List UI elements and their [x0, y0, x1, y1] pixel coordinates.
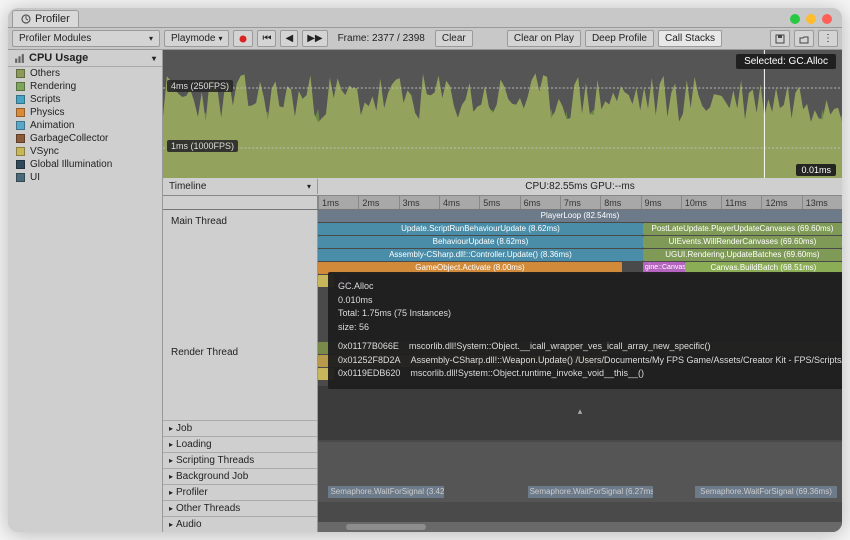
maximize-button[interactable]	[790, 14, 800, 24]
bar-sem3[interactable]: Semaphore.WaitForSignal (69.36ms)	[695, 486, 836, 498]
fold-profiler[interactable]: Profiler	[163, 484, 317, 500]
fold-job[interactable]: Job	[163, 420, 317, 436]
minimize-button[interactable]	[806, 14, 816, 24]
bar-playerloop[interactable]: PlayerLoop (82.54ms)	[318, 210, 842, 222]
fold-background-job[interactable]: Background Job	[163, 468, 317, 484]
cpu-usage-header[interactable]: CPU Usage ▾	[8, 50, 162, 67]
toolbar: Profiler Modules▾ Playmode▾ ⏮ ◀ ▶▶ Frame…	[8, 28, 842, 50]
fold-audio[interactable]: Audio	[163, 516, 317, 532]
record-button[interactable]	[233, 30, 253, 47]
bar-scriptrun[interactable]: Update.ScriptRunBehaviourUpdate (8.62ms)	[318, 223, 643, 235]
category-ui[interactable]: UI	[8, 171, 162, 184]
playmode-dropdown[interactable]: Playmode▾	[164, 30, 229, 47]
fold-loading[interactable]: Loading	[163, 436, 317, 452]
tracks-area[interactable]: Main Thread Render Thread JobLoadingScri…	[163, 210, 842, 532]
collapse-handle[interactable]: ▴	[578, 406, 583, 417]
render-thread-label[interactable]: Render Thread	[163, 341, 317, 364]
category-rendering[interactable]: Rendering	[8, 80, 162, 93]
bar-ugui[interactable]: UGUI.Rendering.UpdateBatches (69.60ms)	[643, 249, 842, 261]
menu-icon[interactable]: ⋮	[818, 30, 838, 47]
timeline-lane[interactable]: PlayerLoop (82.54ms) Update.ScriptRunBeh…	[318, 210, 842, 532]
profiler-window: Profiler Profiler Modules▾ Playmode▾ ⏮ ◀…	[8, 8, 842, 532]
profiler-icon	[21, 14, 31, 24]
bar-controller[interactable]: Assembly-CSharp.dll!::Controller.Update(…	[318, 249, 643, 261]
frame-info: Frame: 2377 / 2398	[332, 30, 431, 47]
cursor-ms: 0.01ms	[796, 164, 836, 176]
profiler-modules-dropdown[interactable]: Profiler Modules▾	[12, 30, 160, 47]
fold-other-threads[interactable]: Other Threads	[163, 500, 317, 516]
clear-on-play-button[interactable]: Clear on Play	[507, 30, 581, 47]
guide-250fps: 4ms (250FPS)	[167, 80, 233, 92]
thread-column: Main Thread Render Thread JobLoadingScri…	[163, 210, 318, 532]
tooltip: GC.Alloc 0.010ms Total: 1.75ms (75 Insta…	[328, 272, 842, 389]
bar-behupdate[interactable]: BehaviourUpdate (8.62ms)	[318, 236, 643, 248]
cpu-gpu-stats: CPU:82.55ms GPU:--ms	[318, 181, 842, 192]
deep-profile-button[interactable]: Deep Profile	[585, 30, 654, 47]
close-button[interactable]	[822, 14, 832, 24]
clear-button[interactable]: Clear	[435, 30, 473, 47]
bar-uievents[interactable]: UIEvents.WillRenderCanvases (69.60ms)	[643, 236, 842, 248]
selected-badge: Selected: GC.Alloc	[736, 54, 836, 69]
chart-svg	[163, 50, 842, 178]
call-stacks-button[interactable]: Call Stacks	[658, 30, 722, 47]
category-animation[interactable]: Animation	[8, 119, 162, 132]
chart-icon	[14, 53, 25, 64]
view-dropdown[interactable]: Timeline▾	[163, 179, 318, 194]
time-ruler[interactable]: 1ms2ms3ms4ms5ms6ms7ms8ms9ms10ms11ms12ms1…	[163, 196, 842, 210]
guide-1000fps: 1ms (1000FPS)	[167, 140, 238, 152]
cpu-chart[interactable]: 4ms (250FPS) 1ms (1000FPS) Selected: GC.…	[163, 50, 842, 178]
load-icon[interactable]	[794, 30, 814, 47]
timeline-bar: Timeline▾ CPU:82.55ms GPU:--ms	[163, 178, 842, 196]
sidebar: CPU Usage ▾ OthersRenderingScriptsPhysic…	[8, 50, 163, 532]
category-vsync[interactable]: VSync	[8, 145, 162, 158]
category-garbagecollector[interactable]: GarbageCollector	[8, 132, 162, 145]
category-physics[interactable]: Physics	[8, 106, 162, 119]
tab-profiler[interactable]: Profiler	[12, 10, 79, 27]
fold-scripting-threads[interactable]: Scripting Threads	[163, 452, 317, 468]
save-icon[interactable]	[770, 30, 790, 47]
bar-sem1[interactable]: Semaphore.WaitForSignal (3.42ms)	[328, 486, 443, 498]
bar-postlate[interactable]: PostLateUpdate.PlayerUpdateCanvases (69.…	[643, 223, 842, 235]
category-global illumination[interactable]: Global Illumination	[8, 158, 162, 171]
main-thread-label[interactable]: Main Thread	[163, 210, 317, 233]
frame-first-button[interactable]: ⏮	[257, 30, 276, 47]
tab-bar: Profiler	[8, 8, 842, 28]
main-panel: 4ms (250FPS) 1ms (1000FPS) Selected: GC.…	[163, 50, 842, 532]
tab-label: Profiler	[35, 13, 70, 25]
window-controls	[790, 14, 832, 24]
frame-prev-button[interactable]: ◀	[280, 30, 298, 47]
category-scripts[interactable]: Scripts	[8, 93, 162, 106]
bar-sem2[interactable]: Semaphore.WaitForSignal (6.27ms)	[528, 486, 654, 498]
frame-next-button[interactable]: ▶▶	[302, 30, 327, 47]
category-others[interactable]: Others	[8, 67, 162, 80]
